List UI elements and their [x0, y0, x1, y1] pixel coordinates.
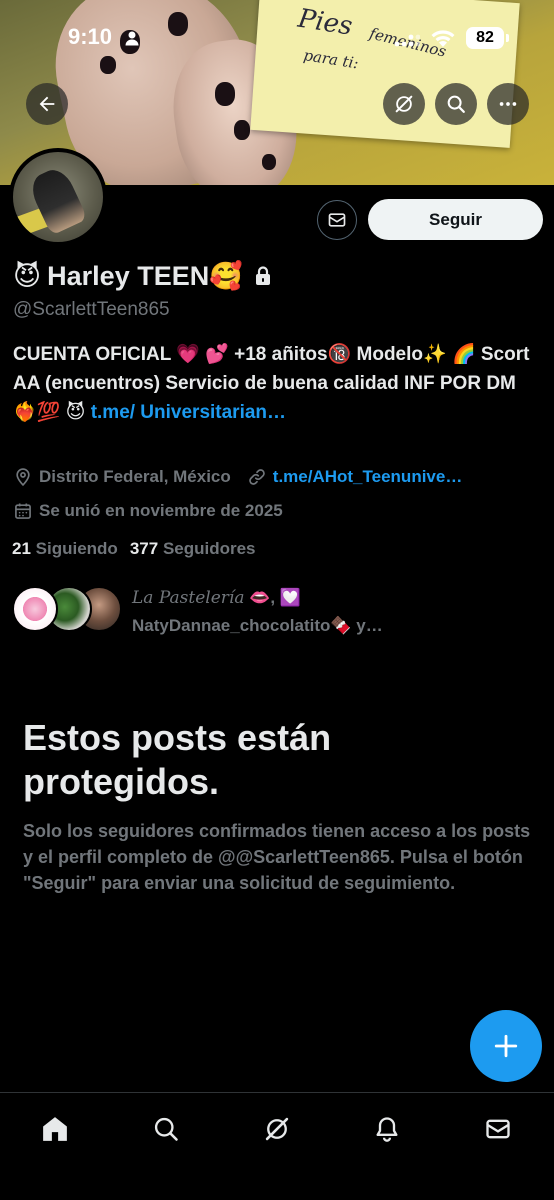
status-bar: 9:10 82 [0, 22, 554, 54]
more-button[interactable] [487, 83, 529, 125]
search-button[interactable] [435, 83, 477, 125]
banner-image-nail [262, 154, 276, 170]
followers-count: 377 [129, 539, 159, 558]
display-name: Harley TEEN [47, 260, 210, 291]
search-icon [154, 1117, 178, 1141]
display-name-row: 😈 Harley TEEN 🥰 [13, 258, 273, 294]
lock-icon [255, 266, 270, 285]
followed-by-name: La Pastelería [132, 588, 245, 608]
user-handle: @ScarlettTeen865 [13, 299, 170, 320]
envelope-icon [328, 213, 346, 227]
profile-meta-row: Distrito Federal, México t.me/AHot_Teenu… [13, 467, 462, 487]
nav-messages[interactable] [476, 1107, 520, 1151]
followed-by-emoji: 💟 [279, 588, 301, 607]
calendar-icon [15, 503, 31, 519]
location-text: Distrito Federal, México [39, 467, 231, 486]
link-icon [248, 469, 265, 485]
followed-by-avatars [12, 584, 122, 634]
bottom-nav [0, 1092, 554, 1200]
grok-icon [395, 95, 413, 113]
banner-image-nail [100, 56, 116, 74]
envelope-icon [486, 1119, 510, 1139]
battery-tip [506, 34, 509, 42]
protected-title: Estos posts están protegidos. [23, 717, 332, 802]
search-icon [447, 95, 465, 113]
display-name-emoji: 😈 [13, 260, 42, 291]
joined-date: Se unió en noviembre de 2025 [13, 501, 283, 521]
location-item: Distrito Federal, México [13, 467, 231, 487]
grok-button[interactable] [383, 83, 425, 125]
followed-by-line2: NatyDannae_chocolatito🍫 y… [132, 616, 383, 635]
home-icon [43, 1117, 67, 1141]
arrow-left-icon [39, 96, 55, 112]
cellular-signal-icon [394, 34, 420, 47]
location-pin-icon [16, 468, 30, 487]
plus-icon [494, 1034, 518, 1058]
protected-description: Solo los seguidores confirmados tienen a… [23, 821, 531, 893]
banner-image-nail [234, 120, 250, 140]
following-label: Siguiendo [35, 539, 118, 558]
nav-grok[interactable] [255, 1107, 299, 1151]
status-time: 9:10 [68, 24, 113, 49]
follow-button[interactable]: Seguir [368, 199, 543, 240]
nav-home[interactable] [33, 1107, 77, 1151]
more-icon [499, 102, 517, 106]
back-button[interactable] [26, 83, 68, 125]
follow-stats: 21 Siguiendo 377 Seguidores [12, 539, 256, 559]
website-link[interactable]: t.me/AHot_Teenunive… [273, 467, 463, 487]
joined-text: Se unió en noviembre de 2025 [39, 501, 283, 520]
avatar[interactable] [9, 148, 107, 246]
followers-label: Seguidores [162, 539, 256, 558]
bio-link[interactable]: t.me/ Universitarian… [91, 402, 286, 423]
followers-link[interactable]: 377 Seguidores [130, 539, 256, 559]
nav-notifications[interactable] [365, 1107, 409, 1151]
following-count: 21 [12, 539, 31, 558]
wifi-icon [431, 30, 455, 47]
person-icon [125, 31, 139, 46]
nav-search[interactable] [144, 1107, 188, 1151]
display-name-emoji: 🥰 [209, 261, 243, 291]
banner-image-nail [215, 82, 235, 106]
compose-button[interactable] [470, 1010, 542, 1082]
followed-by-line1: La Pastelería 👄, 💟 [132, 584, 383, 612]
following-link[interactable]: 21 Siguiendo [12, 539, 118, 559]
profile-bio: CUENTA OFICIAL 💗 💕 +18 añitos🔞 Modelo✨ 🌈… [13, 340, 543, 427]
grok-icon [265, 1117, 289, 1141]
followed-by-text: La Pastelería 👄, 💟 NatyDannae_chocolatit… [132, 584, 383, 640]
followed-by[interactable]: La Pastelería 👄, 💟 NatyDannae_chocolatit… [12, 584, 383, 640]
mini-avatar [12, 586, 58, 632]
message-button[interactable] [317, 200, 357, 240]
followed-by-emoji: 👄 [249, 588, 271, 607]
battery-indicator: 82 [466, 27, 504, 49]
followed-by-separator: , [270, 588, 276, 607]
bell-icon [376, 1117, 398, 1142]
website-item[interactable]: t.me/AHot_Teenunive… [247, 467, 463, 487]
